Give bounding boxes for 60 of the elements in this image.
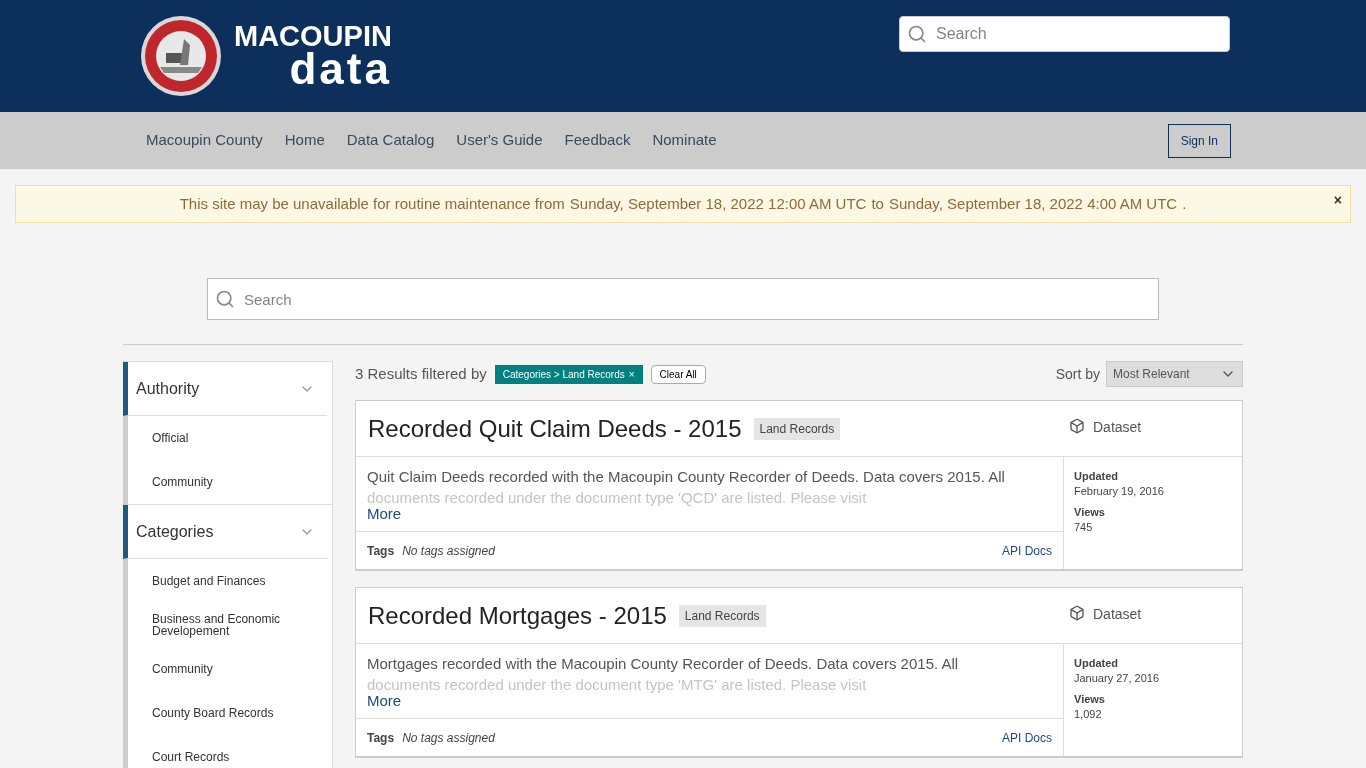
nav-link[interactable]: Feedback <box>564 129 631 152</box>
alert-text: to <box>871 193 884 214</box>
views-label: Views <box>1074 505 1106 520</box>
facet-link[interactable]: Business and Economic Developement <box>152 613 316 637</box>
facet-header[interactable]: Categories <box>123 505 327 559</box>
description-text: documents recorded under the document type 'QCD' are listed. Please visit <box>367 488 868 508</box>
tags-label: Tags <box>367 729 395 747</box>
facet-link[interactable]: Budget and Finances <box>152 575 266 587</box>
type-label: Dataset <box>1093 605 1142 624</box>
nav-link[interactable]: Home <box>284 129 325 152</box>
updated-date: February 19, 2016 <box>1074 484 1165 499</box>
nav-link[interactable]: Macoupin County <box>146 129 263 152</box>
facet-link[interactable]: Community <box>152 476 213 488</box>
views-count: 1,092 <box>1074 707 1103 722</box>
description-text: Quit Claim Deeds recorded with the Macoupin County Recorder of Deeds. Data covers 2015. All <box>367 467 1006 487</box>
nav-link[interactable]: User's Guide <box>456 129 543 152</box>
search-icon <box>215 289 235 309</box>
results-count: 3 Results filtered by <box>355 363 487 384</box>
close-button[interactable]: × <box>1333 190 1342 211</box>
type-label: Dataset <box>1093 418 1142 437</box>
more-link[interactable]: More <box>367 693 1052 708</box>
views-label: Views <box>1074 692 1106 707</box>
category-tag: Land Records <box>753 417 841 440</box>
result-title[interactable]: Recorded Mortgages - 2015 <box>368 597 667 634</box>
alert-text: Sunday, September 18, 2022 12:00 AM UTC <box>569 193 867 214</box>
nav-link[interactable]: Data Catalog <box>346 129 435 152</box>
nav-link[interactable]: Nominate <box>652 129 717 152</box>
more-link[interactable]: More <box>367 506 1052 521</box>
description-text: documents recorded under the document type 'MTG' are listed. Please visit <box>367 675 868 695</box>
api-docs-link[interactable]: API Docs <box>1002 541 1052 560</box>
sign-in-button[interactable]: Sign In <box>1167 123 1231 158</box>
filter-label: Categories > Land Records <box>502 367 625 382</box>
alert-text: . <box>1182 193 1187 214</box>
header-search-field[interactable]: Search <box>899 16 1230 52</box>
search-field[interactable]: Search <box>207 278 1159 320</box>
cube-icon <box>1069 418 1085 434</box>
cube-icon <box>1069 605 1085 621</box>
updated-label: Updated <box>1074 656 1119 671</box>
facet-header[interactable]: Authority <box>123 362 327 416</box>
tags-value: No tags assigned <box>402 542 495 560</box>
views-count: 745 <box>1074 520 1094 535</box>
alert-text: This site may be unavailable for routine maintenance from <box>179 193 565 214</box>
description-text: Mortgages recorded with the Macoupin County Recorder of Deeds. Data covers 2015. All <box>367 654 960 674</box>
tags-label: Tags <box>367 542 395 560</box>
facet-link[interactable]: Official <box>152 432 189 444</box>
category-tag: Land Records <box>678 604 766 627</box>
updated-label: Updated <box>1074 469 1119 484</box>
alert-text: Sunday, September 18, 2022 4:00 AM UTC <box>888 193 1178 214</box>
updated-date: January 27, 2016 <box>1074 671 1160 686</box>
sort-dropdown[interactable]: Most Relevant <box>1106 361 1243 387</box>
remove-filter-button[interactable]: × <box>628 366 635 382</box>
facet-link[interactable]: County Board Records <box>152 707 274 719</box>
sort-label: Sort by <box>1055 364 1100 384</box>
facet-link[interactable]: Community <box>152 663 213 675</box>
clear-all-button[interactable]: Clear All <box>650 364 706 384</box>
tags-value: No tags assigned <box>402 729 495 747</box>
result-title[interactable]: Recorded Quit Claim Deeds - 2015 <box>368 410 742 447</box>
facet-link[interactable]: Court Records <box>152 751 230 763</box>
search-icon <box>907 24 927 44</box>
api-docs-link[interactable]: API Docs <box>1002 728 1052 747</box>
